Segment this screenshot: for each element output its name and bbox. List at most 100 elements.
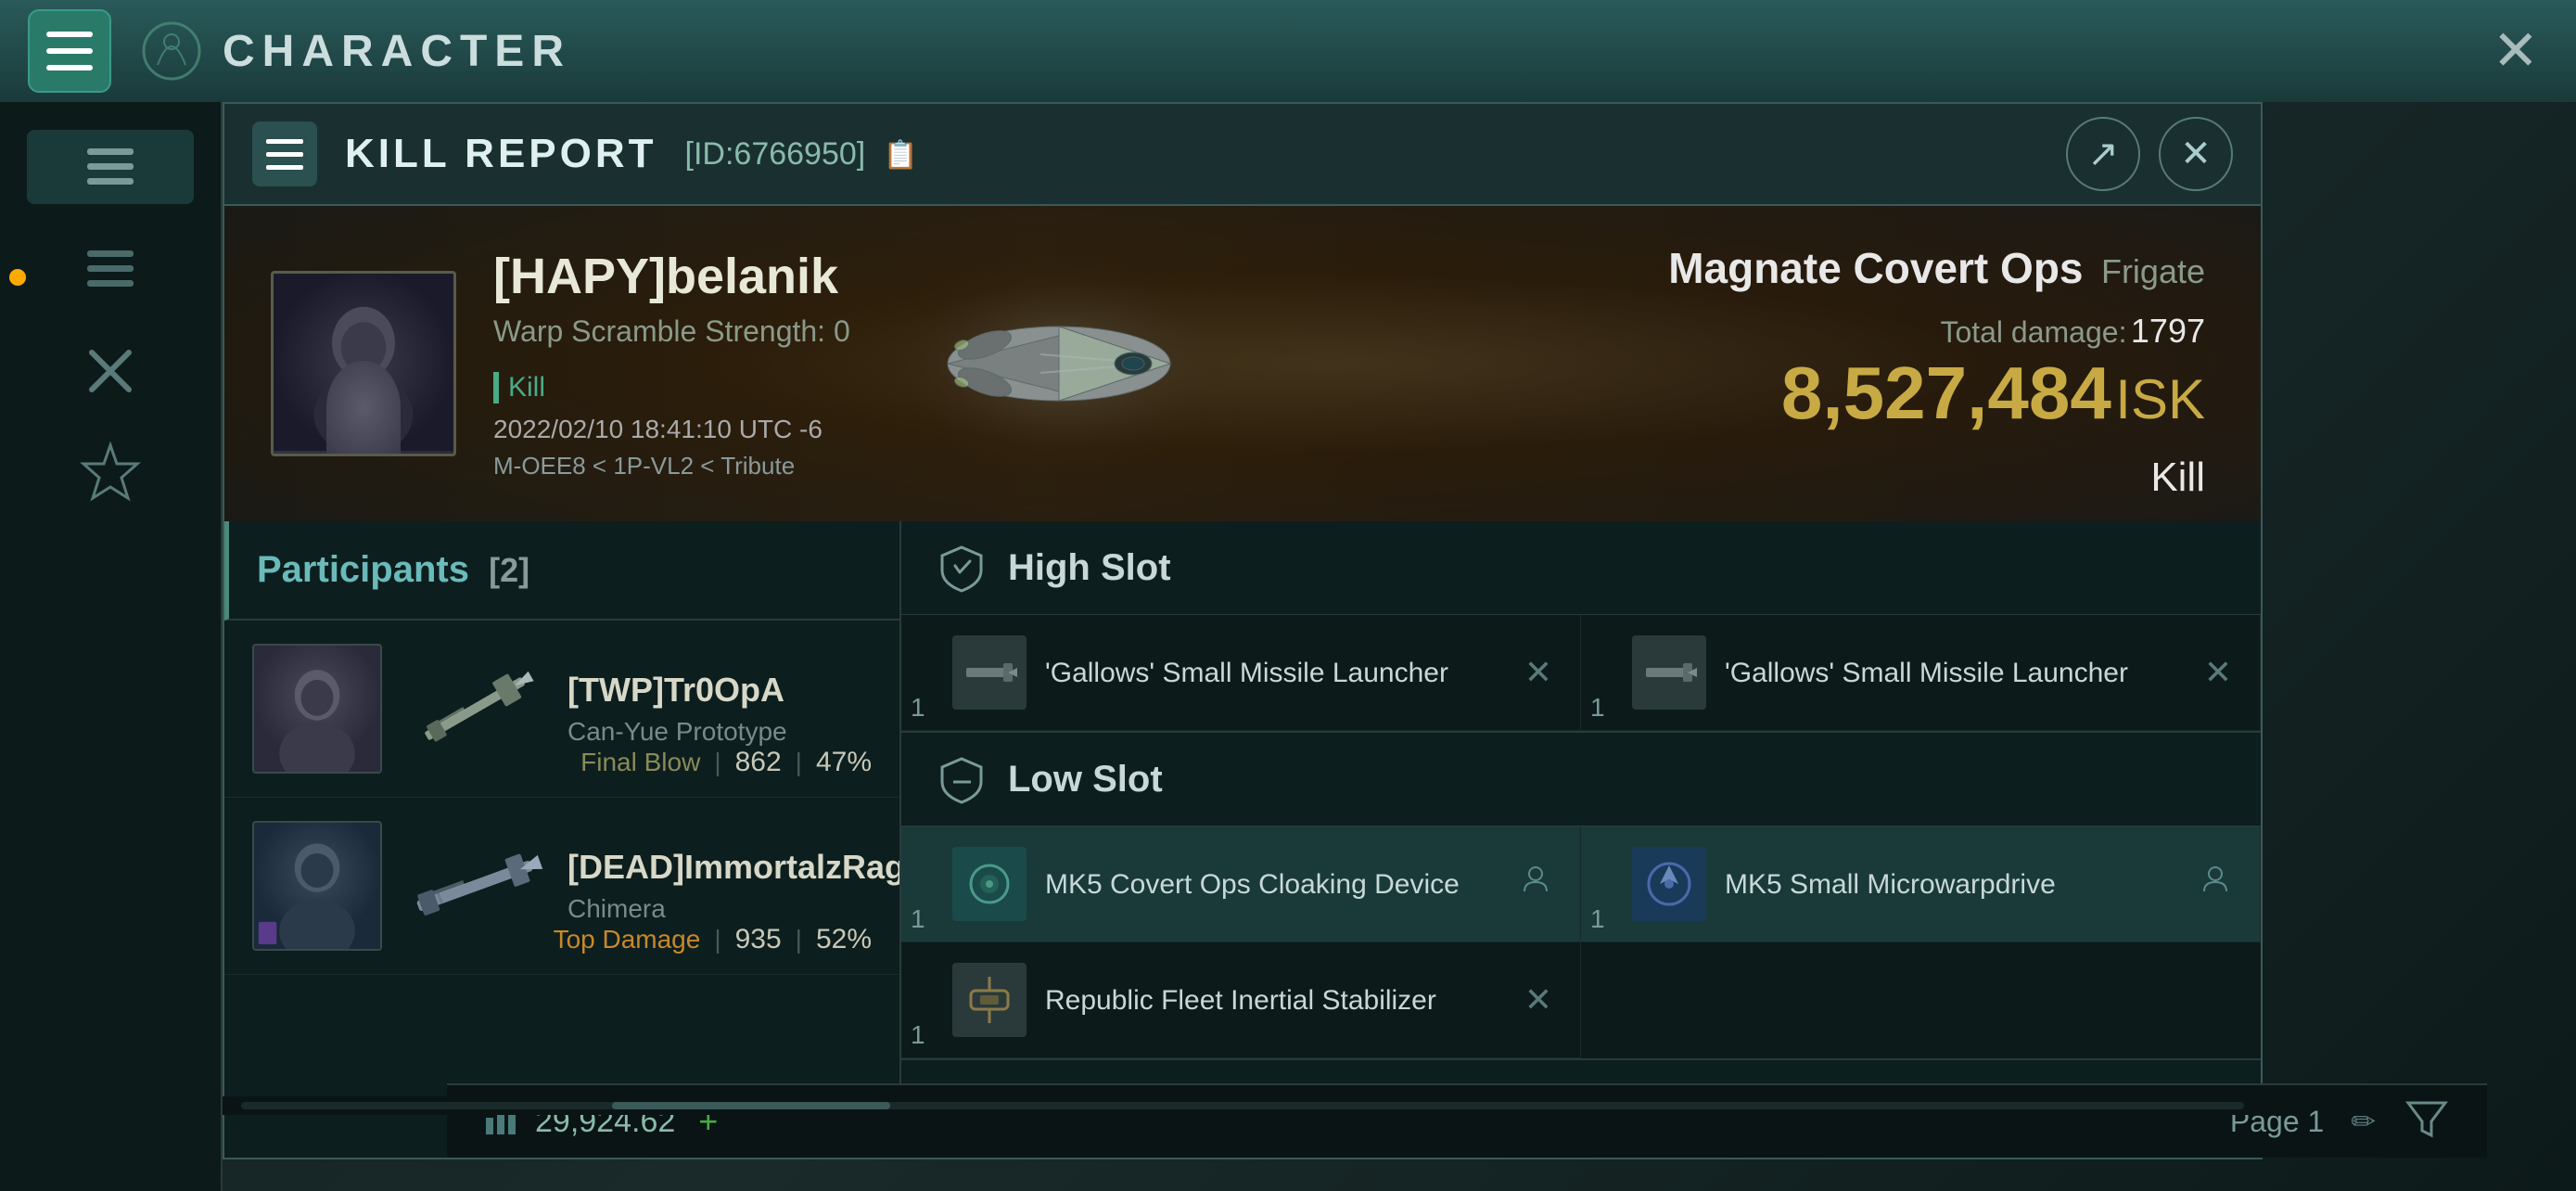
slot-item-name: MK5 Covert Ops Cloaking Device [1045,866,1511,903]
slot-item-icon [952,635,1027,710]
microwarpdrive-icon [1641,856,1697,912]
ship-image [836,234,1282,493]
ship-image-area [781,224,1337,503]
sidebar-item-menu[interactable] [27,130,194,204]
high-slot-title: High Slot [1008,547,1171,589]
missile-launcher-2-icon [1641,645,1697,700]
combat-icon [83,343,138,399]
slot-item: 1 'Gallows' Small Missile Launcher ✕ [1581,615,2261,731]
slot-item-close-button[interactable]: ✕ [1524,653,1552,692]
final-blow-label: Final Blow [580,748,700,777]
damage-label: Total damage: [1940,315,2126,349]
participant-2-info: [DEAD]ImmortalzRage Chimera [567,848,901,924]
low-slot-items: 1 MK5 Covert Ops Cloaking Device [901,826,2261,1060]
weapon-1-icon [401,662,549,755]
slot-qty: 1 [1590,904,1605,934]
medals-icon [78,441,143,506]
kill-report-panel: KILL REPORT [ID:6766950] 📋 ↗ ✕ [223,102,2263,1159]
kill-type-label: Kill [1668,455,2205,501]
menu-icon [87,148,134,186]
filter-icon [2404,1094,2450,1140]
participant-1-damage: 862 [735,747,782,778]
slot-qty: 1 [1590,693,1605,723]
participant-2-damage: 935 [735,924,782,955]
sidebar-item-bio[interactable] [27,232,194,306]
participant-1-weapon [401,662,549,755]
participant-1-avatar [254,644,380,774]
sidebar-item-medals[interactable] [27,436,194,510]
pilot-portrait [271,271,456,456]
isk-area: 8,527,484 ISK [1668,351,2205,436]
pilot-avatar-svg [274,271,453,454]
low-slot-icon [934,751,989,807]
slot-item-person-icon [1520,864,1552,904]
participants-header: Participants [2] [224,521,899,621]
kill-badge-accent [493,372,499,403]
external-link-button[interactable]: ↗ [2066,117,2140,191]
ship-name: Magnate Covert Ops [1668,244,2083,292]
participant-item: [DEAD]ImmortalzRage Chimera Top Damage |… [224,798,899,975]
slot-item-close-button[interactable]: ✕ [2204,653,2232,692]
participant-1-portrait [252,644,382,774]
shield-low-icon [937,754,988,805]
slot-item-icon [1632,847,1706,921]
notification-dot [9,269,26,286]
participant-1-ship: Can-Yue Prototype [567,717,872,747]
slot-item-icon [952,963,1027,1037]
slot-item: 1 MK5 Small Microwarpdrive [1581,826,2261,942]
slot-item-name: 'Gallows' Small Missile Launcher [1045,655,1515,691]
ship-type: Frigate [2101,252,2205,290]
participant-2-avatar [254,821,380,951]
scrollbar-container [223,1096,2263,1115]
kill-report-menu-button[interactable] [252,122,317,186]
kill-badge-label: Kill [508,372,545,403]
participants-title: Participants [2] [257,549,529,591]
participant-1-info: [TWP]Tr0OpA Can-Yue Prototype [567,671,872,747]
slot-item-name: MK5 Small Microwarpdrive [1725,866,2190,903]
kill-report-id: [ID:6766950] 📋 [685,136,919,173]
missile-launcher-icon [962,645,1017,700]
close-kill-report-button[interactable]: ✕ [2159,117,2233,191]
kill-report-footer: 29,924.62 + Page 1 ✏ [447,1083,2487,1158]
bio-icon [87,250,134,288]
shield-icon [937,543,988,594]
pilot-portrait-image [274,274,453,454]
top-damage-label: Top Damage [554,925,701,954]
person-icon [2200,864,2232,896]
participant-2-name: [DEAD]ImmortalzRage [567,848,901,887]
scrollbar-track [241,1102,2244,1109]
close-app-button[interactable]: ✕ [2493,19,2539,83]
slot-item: 1 MK5 Covert Ops Cloaking Device [901,826,1581,942]
low-slot-title: Low Slot [1008,759,1163,800]
slots-panel: High Slot 1 'Gallows' Small Missile Laun… [901,521,2261,1158]
slot-item-close-button[interactable]: ✕ [1524,980,1552,1019]
slot-item-person-icon [2200,864,2232,904]
kill-report-header: KILL REPORT [ID:6766950] 📋 ↗ ✕ [224,104,2261,206]
weapon-2-icon [401,839,549,932]
ship-info: Magnate Covert Ops Frigate Total damage:… [1668,243,2205,501]
sidebar [0,102,223,1191]
scrollbar-thumb[interactable] [612,1102,890,1109]
kill-report-hero: [HAPY]belanik Warp Scramble Strength: 0 … [224,206,2261,521]
sidebar-item-combat[interactable] [27,334,194,408]
kill-report-actions: ↗ ✕ [2066,117,2233,191]
damage-area: Total damage: 1797 [1668,312,2205,351]
filter-button[interactable] [2404,1094,2450,1149]
participant-1-name: [TWP]Tr0OpA [567,671,872,710]
participant-2-percent: 52% [816,924,872,955]
slot-qty: 1 [911,904,925,934]
isk-value: 8,527,484 [1781,352,2111,434]
ship-name-area: Magnate Covert Ops Frigate [1668,243,2205,293]
edit-button[interactable]: ✏ [2351,1105,2376,1138]
participant-2-weapon [401,839,549,932]
stabilizer-icon [962,972,1017,1028]
participants-panel: Participants [2] [224,521,901,1158]
isk-label: ISK [2115,368,2205,430]
slot-item-name: 'Gallows' Small Missile Launcher [1725,655,2195,691]
main-menu-button[interactable] [28,9,111,93]
slot-item: 1 'Gallows' Small Missile Launcher ✕ [901,615,1581,731]
slot-item: 1 Republic Fleet Inertial Stabilizer ✕ [901,942,1581,1058]
participant-1-stats: Final Blow | 862 | 47% [580,747,872,778]
top-bar: CHARACTER ✕ [0,0,2576,102]
slot-qty: 1 [911,1020,925,1050]
